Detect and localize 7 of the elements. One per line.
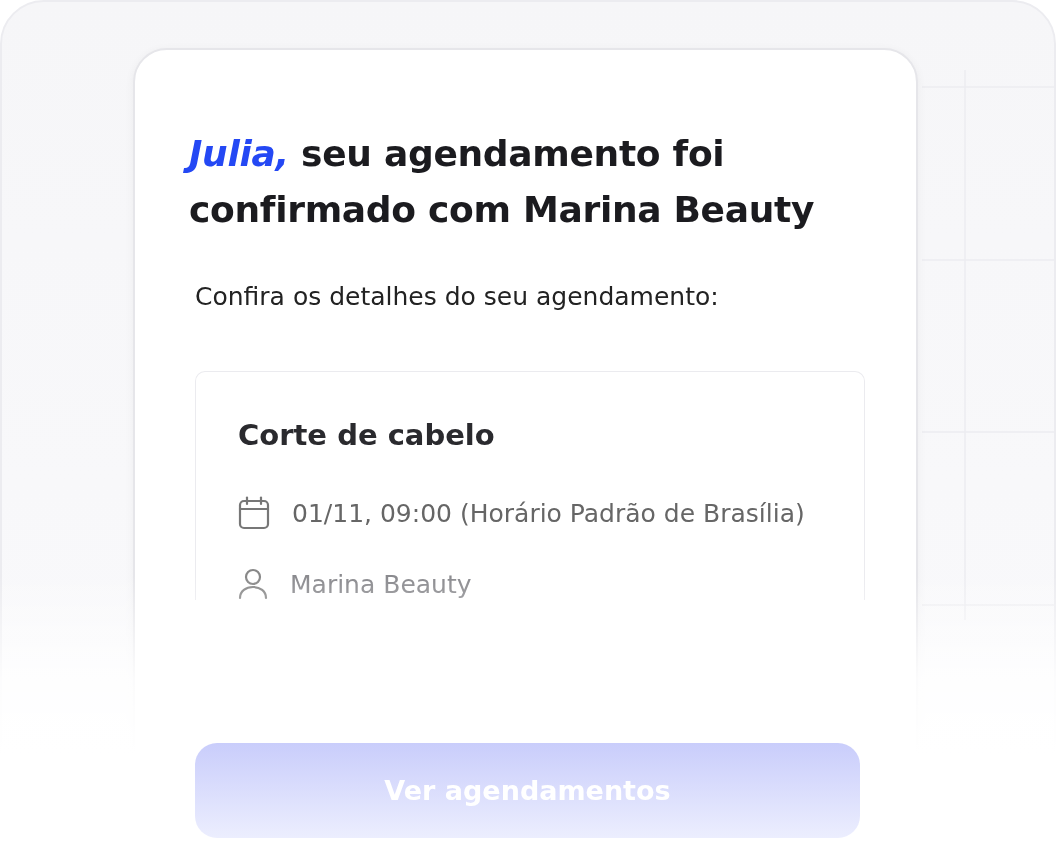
calendar-icon: [238, 496, 270, 530]
date-time: 01/11, 09:00 (Horário Padrão de Brasília): [292, 498, 805, 528]
professional-name: Marina Beauty: [290, 569, 472, 599]
service-name: Corte de cabelo: [238, 418, 496, 452]
intro-text: Confira os detalhes do seu agendamento:: [195, 282, 720, 311]
person-icon: [238, 568, 268, 600]
confirmation-heading: Julia, seu agendamento foi confirmado com Marina Beauty: [183, 124, 864, 242]
